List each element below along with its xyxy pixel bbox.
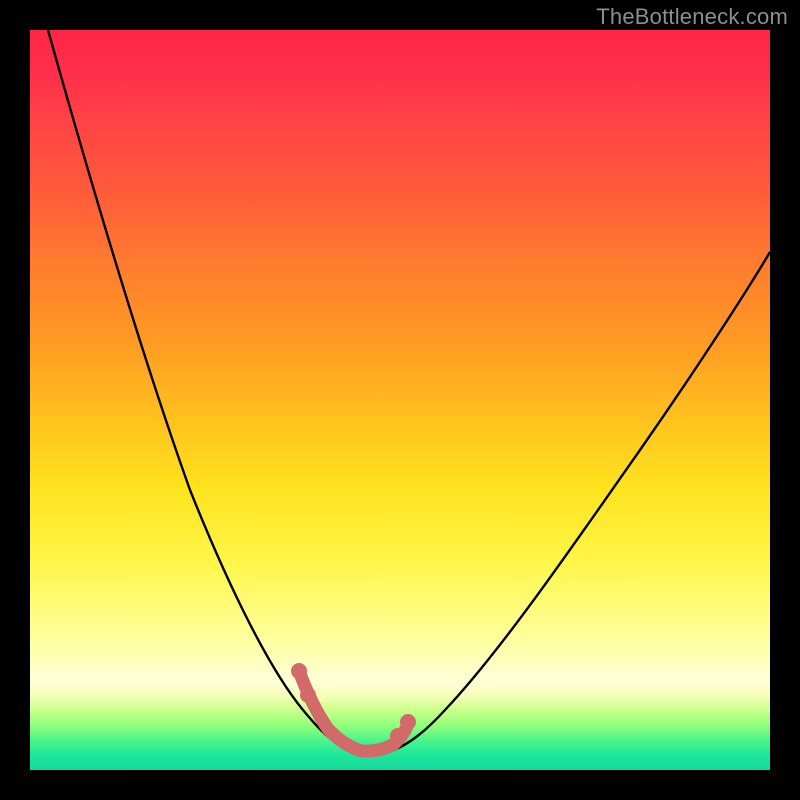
- highlight-dot: [300, 687, 316, 703]
- chart-frame: TheBottleneck.com: [0, 0, 800, 800]
- bottleneck-curve: [48, 30, 770, 755]
- highlight-dot: [291, 663, 307, 679]
- highlight-dot: [390, 728, 406, 744]
- plot-area: [30, 30, 770, 770]
- curve-layer: [30, 30, 770, 770]
- highlight-dot: [400, 714, 416, 730]
- watermark-text: TheBottleneck.com: [596, 4, 788, 30]
